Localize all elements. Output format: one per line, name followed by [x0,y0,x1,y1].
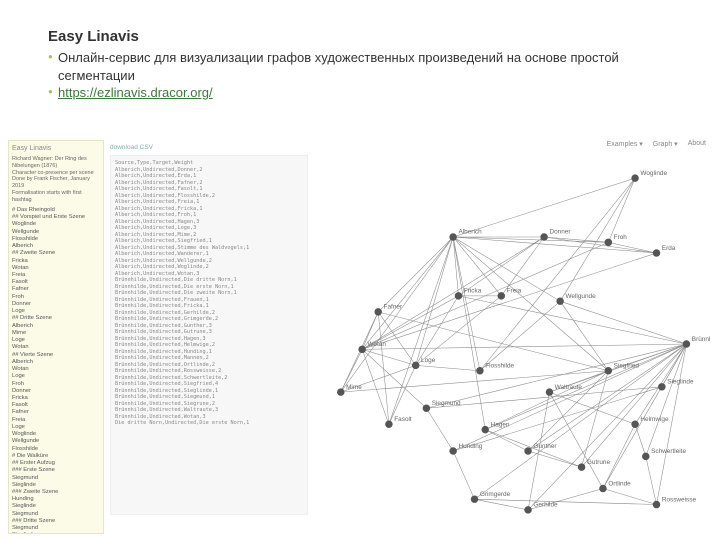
svg-text:Rossweisse: Rossweisse [662,496,697,503]
download-csv-link[interactable]: download CSV [110,144,308,151]
svg-text:Freia: Freia [507,288,522,295]
slide-desc: Онлайн-сервис для визуализации графов ху… [48,49,672,84]
svg-text:Brünnhilde: Brünnhilde [692,336,710,343]
svg-text:Fricka: Fricka [464,288,482,295]
svg-text:Waltraute: Waltraute [555,384,583,391]
graph-panel: Examples ▾ Graph ▾ About Woglinde Alberic… [314,140,710,534]
svg-text:Froh: Froh [614,234,628,241]
app-link[interactable]: https://ezlinavis.dracor.org/ [58,85,213,100]
svg-text:Sieglinde: Sieglinde [667,379,694,386]
svg-text:Wotan: Wotan [368,341,387,348]
svg-text:Ortlinde: Ortlinde [608,480,631,487]
play-meta: Richard Wagner: Der Ring des Nibelungen … [12,156,100,204]
graph-node[interactable]: Rossweisse [653,496,697,508]
graph-node[interactable]: Erda [653,245,676,257]
svg-text:Hunding: Hunding [458,443,482,450]
graph-node[interactable]: Siegfried [605,363,640,375]
graph-menu[interactable]: Graph ▾ [653,140,678,148]
graph-node[interactable]: Gutrune [578,459,611,471]
csv-output[interactable]: Source,Type,Target,Weight Alberich,Undir… [110,155,308,515]
graph-node[interactable]: Freia [498,288,522,300]
graph-node[interactable]: Gunther [524,443,557,455]
graph-node[interactable]: Siegmund [423,400,461,412]
graph-node[interactable]: Mime [337,384,362,396]
slide-header: Easy Linavis Онлайн-сервис для визуализа… [0,0,720,110]
about-link[interactable]: About [688,140,706,148]
network-graph[interactable]: Woglinde Alberich Donner Froh Erda Fricka Frei… [314,154,710,534]
svg-text:Woglinde: Woglinde [640,170,667,177]
csv-panel: download CSV Source,Type,Target,Weight A… [104,140,314,534]
graph-node[interactable]: Grimgerde [471,491,511,503]
svg-text:Loge: Loge [421,357,436,364]
graph-node[interactable]: Flosshilde [476,363,514,375]
graph-node[interactable]: Wellgunde [556,293,596,305]
svg-text:Gerhilde: Gerhilde [533,502,558,509]
segmentation-text[interactable]: # Das Rheingold ## Vorspiel und Erste Sz… [12,207,100,534]
svg-text:Schwertleite: Schwertleite [651,448,686,455]
graph-node[interactable]: Fasolt [385,416,412,428]
examples-menu[interactable]: Examples ▾ [607,140,643,148]
svg-text:Flosshilde: Flosshilde [485,363,514,370]
graph-node[interactable]: Helmwige [631,416,669,428]
graph-node[interactable]: Schwertleite [642,448,686,460]
svg-text:Grimgerde: Grimgerde [480,491,511,498]
svg-text:Wellgunde: Wellgunde [566,293,597,300]
svg-text:Helmwige: Helmwige [640,416,669,423]
svg-text:Alberich: Alberich [458,229,482,236]
svg-text:Erda: Erda [662,245,676,252]
svg-text:Gutrune: Gutrune [587,459,611,466]
app-brand: Easy Linavis [12,145,100,154]
svg-text:Siegmund: Siegmund [432,400,461,407]
graph-node[interactable]: Fafner [374,304,402,316]
graph-node[interactable]: Hunding [449,443,482,455]
segmentation-panel[interactable]: Easy Linavis Richard Wagner: Der Ring de… [8,140,104,534]
slide-title: Easy Linavis [48,28,672,45]
svg-text:Donner: Donner [549,229,571,236]
svg-text:Siegfried: Siegfried [614,363,640,370]
graph-node[interactable]: Woglinde [631,170,667,182]
graph-node[interactable]: Brünnhilde [683,336,710,348]
top-menu: Examples ▾ Graph ▾ About [607,140,706,148]
svg-text:Mime: Mime [346,384,362,391]
slide-link-bullet: https://ezlinavis.dracor.org/ [48,84,672,102]
graph-node[interactable]: Loge [412,357,436,369]
svg-text:Fasolt: Fasolt [394,416,412,423]
app-screenshot: Easy Linavis Richard Wagner: Der Ring de… [8,140,710,534]
svg-text:Fafner: Fafner [384,304,403,311]
svg-text:Gunther: Gunther [533,443,557,450]
graph-node[interactable]: Ortlinde [599,480,631,492]
svg-text:Hagen: Hagen [491,421,510,428]
